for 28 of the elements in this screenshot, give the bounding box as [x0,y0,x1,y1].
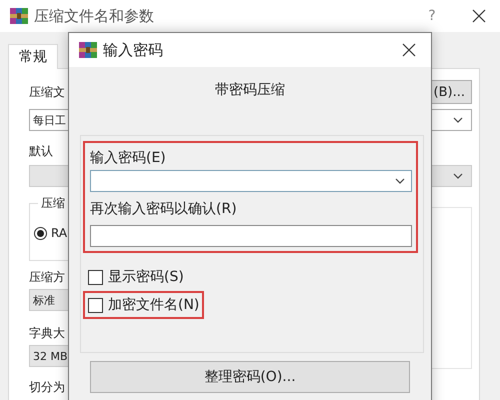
window-title: 压缩文件名和参数 [34,6,155,26]
checkbox-label: 显示密码(S) [108,268,184,286]
field-label: 再次输入密码以确认(R) [90,201,237,217]
chevron-down-icon [453,173,463,179]
organize-passwords-button[interactable]: 整理密码(O)... [90,361,410,393]
field-label: 压缩文 [29,84,65,100]
checkbox[interactable] [88,270,103,284]
checkbox-label: 加密文件名(N) [108,296,200,314]
chevron-down-icon [453,117,463,123]
help-button[interactable]: ? [412,8,452,24]
close-icon[interactable] [472,9,486,23]
close-icon[interactable] [402,43,416,57]
field-label: 压缩方 [29,270,65,284]
field-label: 输入密码(E) [90,150,166,166]
dialog-heading: 带密码压缩 [214,81,286,99]
field-label: 默认 [29,144,53,158]
archive-app-icon [79,42,97,58]
dialog-title: 输入密码 [103,40,164,60]
chevron-down-icon [395,178,405,184]
radio-label: RA [51,226,68,240]
tab[interactable]: 常规 [8,44,58,69]
checkbox[interactable] [88,298,103,312]
radio-button[interactable] [34,226,47,240]
password-field[interactable] [90,170,412,192]
field-label: 字典大 [29,326,65,340]
archive-app-icon [10,8,28,24]
confirm-password-field[interactable] [90,225,412,247]
field-label: 切分为 [29,380,65,394]
